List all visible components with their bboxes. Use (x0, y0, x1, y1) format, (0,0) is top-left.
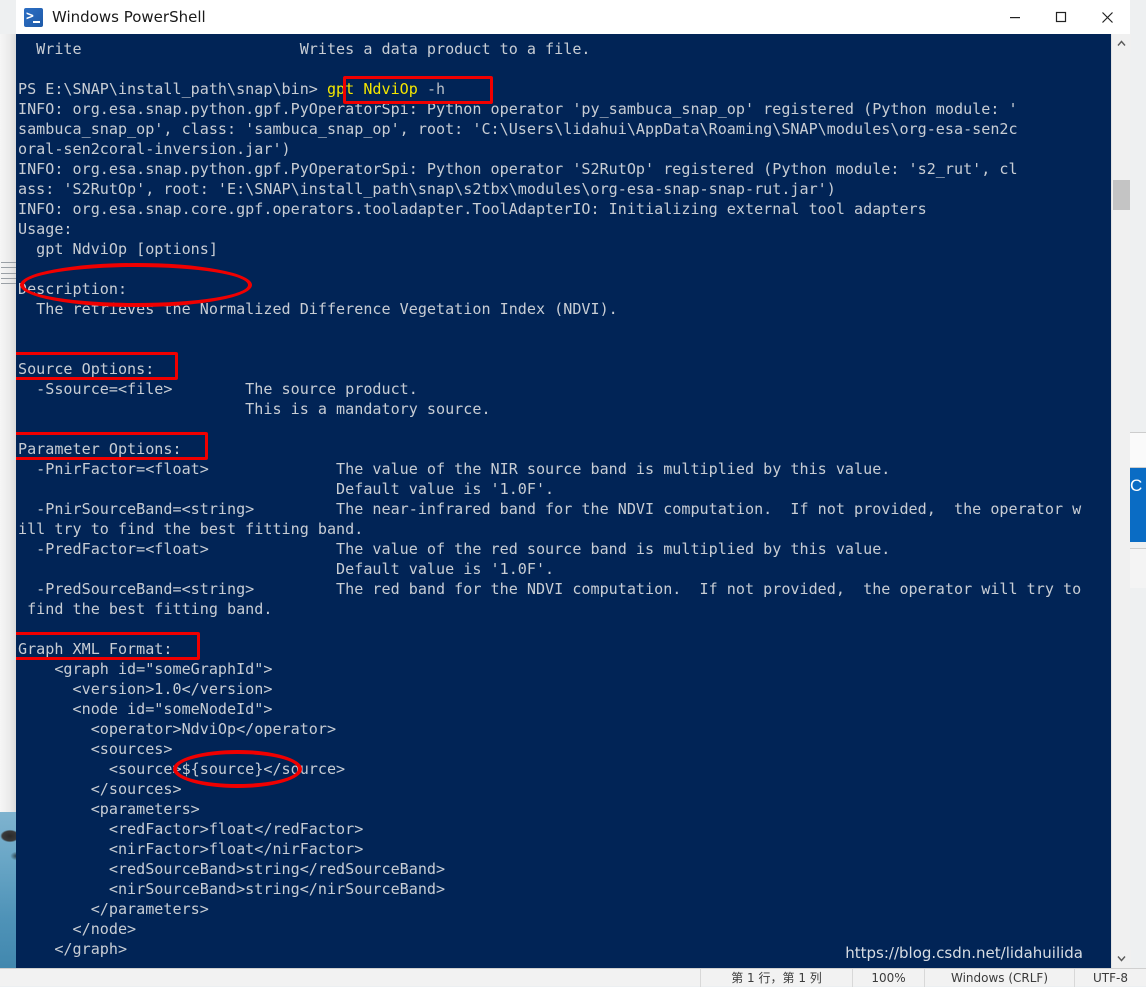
maximize-icon (1055, 11, 1067, 23)
status-zoom-level[interactable]: 100% (852, 969, 924, 987)
chevron-up-icon (1117, 40, 1126, 47)
right-edge-blue-window[interactable]: C (1128, 468, 1146, 542)
right-edge-blue-window-text: C (1130, 476, 1142, 495)
right-edge-panel-upper (1128, 432, 1146, 468)
powershell-icon (24, 8, 43, 27)
maximize-button[interactable] (1038, 0, 1084, 34)
status-cursor-position[interactable]: 第 1 行，第 1 列 (700, 969, 852, 987)
status-line-ending[interactable]: Windows (CRLF) (924, 969, 1074, 987)
right-edge-panel-lower (1128, 548, 1146, 588)
close-icon (1101, 11, 1114, 24)
minimize-icon (1009, 11, 1021, 23)
status-encoding[interactable]: UTF-8 (1074, 969, 1146, 987)
window-titlebar[interactable]: Windows PowerShell (16, 0, 1130, 34)
console-text: Write Writes a data product to a file. P… (16, 34, 1081, 959)
watermark-url: https://blog.csdn.net/lidahuilida (845, 944, 1083, 962)
minimize-button[interactable] (992, 0, 1038, 34)
scrollbar-down-button[interactable] (1112, 949, 1131, 968)
console-scrollbar[interactable] (1111, 34, 1130, 968)
window-controls (992, 0, 1130, 34)
close-button[interactable] (1084, 0, 1130, 34)
console-output-area[interactable]: Write Writes a data product to a file. P… (16, 34, 1111, 968)
powershell-window: Windows PowerShell Write (0, 0, 1130, 968)
chevron-down-icon (1117, 955, 1126, 962)
scrollbar-thumb[interactable] (1113, 180, 1130, 210)
background-status-bar: 第 1 行，第 1 列 100% Windows (CRLF) UTF-8 (0, 968, 1146, 986)
window-title: Windows PowerShell (52, 8, 206, 26)
scrollbar-up-button[interactable] (1112, 34, 1131, 53)
